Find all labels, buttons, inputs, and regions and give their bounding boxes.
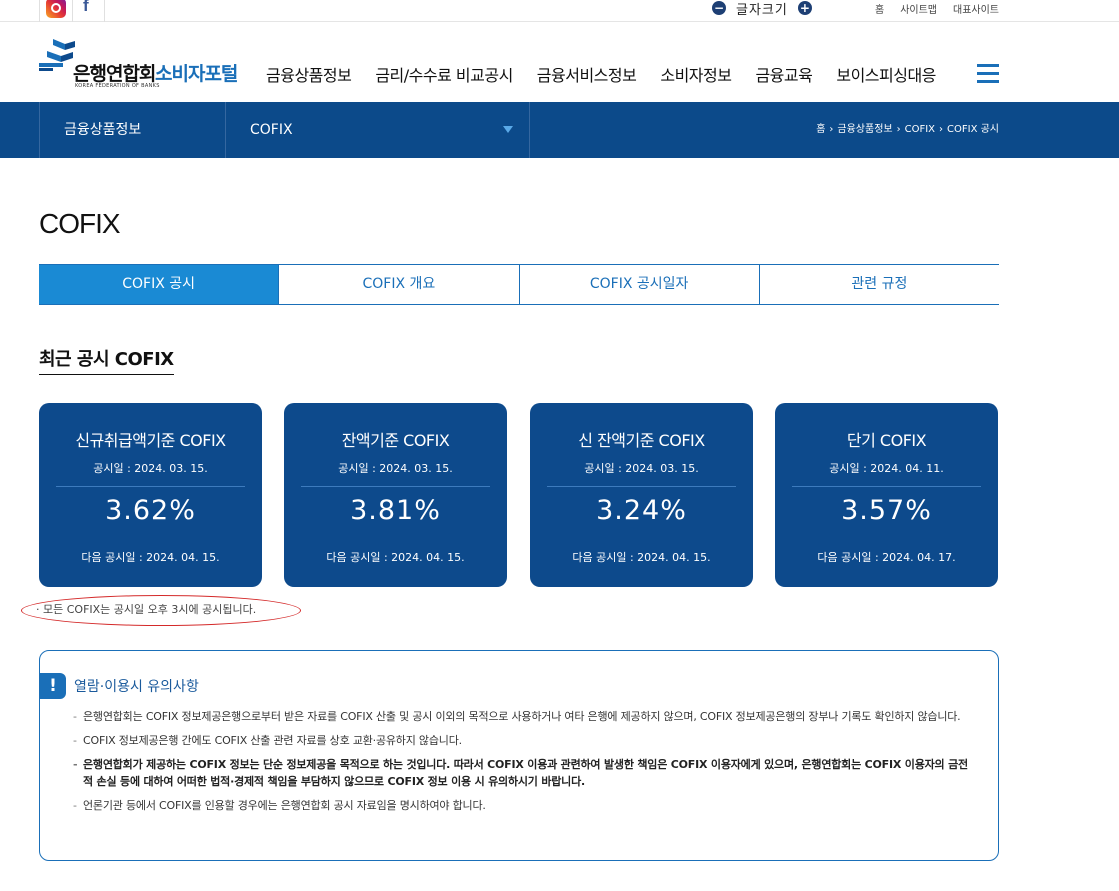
tab-regulations[interactable]: 관련 규정 (758, 265, 999, 304)
tab-bar: COFIX 공시 COFIX 개요 COFIX 공시일자 관련 규정 (39, 264, 999, 305)
notice-item: 은행연합회는 COFIX 정보제공은행으로부터 받은 자료를 COFIX 산출 … (73, 708, 973, 725)
notice-item: 언론기관 등에서 COFIX를 인용할 경우에는 은행연합회 공시 자료임을 명… (73, 797, 973, 814)
font-increase-button[interactable]: + (797, 1, 812, 15)
font-decrease-button[interactable]: − (712, 1, 726, 15)
instagram-icon (46, 0, 66, 18)
nav-item-services[interactable]: 금융서비스정보 (537, 62, 637, 86)
tab-cofix-schedule[interactable]: COFIX 공시일자 (518, 265, 759, 304)
card-rate: 3.81% (350, 495, 441, 526)
highlight-oval (21, 595, 301, 626)
page-title: COFIX (39, 208, 121, 239)
menu-icon[interactable] (977, 64, 999, 84)
tab-cofix-overview[interactable]: COFIX 개요 (278, 265, 518, 304)
nav-item-voice-phishing[interactable]: 보이스피싱대응 (836, 62, 936, 86)
notice-item: 은행연합회가 제공하는 COFIX 정보는 단순 정보제공을 목적으로 하는 것… (73, 756, 973, 790)
usage-notice-box: ! 열람·이용시 유의사항 은행연합회는 COFIX 정보제공은행으로부터 받은… (39, 650, 999, 861)
breadcrumb-item[interactable]: COFIX (905, 102, 935, 158)
logo-english: KOREA FEDERATION OF BANKS (75, 83, 160, 89)
card-divider (547, 486, 736, 487)
cofix-card: 단기 COFIX 공시일 : 2024. 04. 11. 3.57% 다음 공시… (775, 403, 998, 587)
card-date: 공시일 : 2024. 03. 15. (584, 462, 699, 475)
nav-item-education[interactable]: 금융교육 (755, 62, 812, 86)
card-date: 공시일 : 2024. 03. 15. (338, 462, 453, 475)
card-name: 잔액기준 COFIX (341, 431, 450, 450)
section-title: 최근 공시 COFIX (39, 345, 174, 375)
card-name: 신규취급액기준 COFIX (75, 431, 226, 450)
facebook-icon: f (83, 0, 89, 15)
cofix-card: 신규취급액기준 COFIX 공시일 : 2024. 03. 15. 3.62% … (39, 403, 262, 587)
utility-links: 홈 사이트맵 대표사이트 (875, 1, 999, 16)
card-date: 공시일 : 2024. 03. 15. (93, 462, 208, 475)
main-nav: 금융상품정보 금리/수수료 비교공시 금융서비스정보 소비자정보 금융교육 보이… (266, 62, 960, 86)
card-next-date: 다음 공시일 : 2024. 04. 15. (81, 551, 220, 564)
sitemap-link[interactable]: 사이트맵 (900, 1, 937, 16)
location-depth2-select[interactable]: COFIX (225, 102, 530, 158)
location-bar: 금융상품정보 COFIX 홈 › 금융상품정보 › COFIX › COFIX 공시 (0, 102, 1119, 158)
breadcrumb-home[interactable]: 홈 (816, 102, 825, 158)
logo-mark-icon (39, 39, 75, 71)
logo-subtitle: 소비자포털 (155, 63, 238, 85)
breadcrumb-item[interactable]: 금융상품정보 (837, 102, 892, 158)
location-depth2-label: COFIX (250, 122, 293, 138)
font-size-control: − 글자크기 + (712, 0, 812, 18)
exclamation-icon: ! (40, 673, 66, 699)
notice-header: ! 열람·이용시 유의사항 (40, 673, 199, 699)
site-logo[interactable]: 은행연합회 소비자포털 KOREA FEDERATION OF BANKS (39, 39, 239, 89)
home-link[interactable]: 홈 (875, 1, 884, 16)
notice-title: 열람·이용시 유의사항 (74, 679, 199, 695)
nav-item-rates[interactable]: 금리/수수료 비교공시 (375, 62, 513, 86)
card-next-date: 다음 공시일 : 2024. 04. 17. (817, 551, 956, 564)
card-name: 단기 COFIX (846, 431, 927, 450)
card-rate: 3.57% (841, 495, 932, 526)
top-utility-bar: f − 글자크기 + 홈 사이트맵 대표사이트 (0, 0, 1119, 22)
notice-item: COFIX 정보제공은행 간에도 COFIX 산출 관련 자료를 상호 교환·공… (73, 732, 973, 749)
notice-list: 은행연합회는 COFIX 정보제공은행으로부터 받은 자료를 COFIX 산출 … (73, 708, 973, 821)
instagram-link[interactable] (40, 0, 72, 22)
sns-links: f (39, 0, 105, 22)
cofix-card: 신 잔액기준 COFIX 공시일 : 2024. 03. 15. 3.24% 다… (530, 403, 753, 587)
card-divider (301, 486, 490, 487)
breadcrumb-current: COFIX 공시 (947, 124, 999, 135)
card-next-date: 다음 공시일 : 2024. 04. 15. (326, 551, 465, 564)
nav-item-consumer[interactable]: 소비자정보 (660, 62, 732, 86)
logo-name: 은행연합회 (73, 63, 156, 85)
card-rate: 3.24% (596, 495, 687, 526)
facebook-link[interactable]: f (72, 0, 104, 22)
card-rate: 3.62% (105, 495, 196, 526)
card-divider (792, 486, 981, 487)
dropdown-arrow-icon (503, 126, 513, 133)
font-size-label: 글자크기 (736, 2, 788, 18)
location-depth1[interactable]: 금융상품정보 (39, 102, 225, 158)
cofix-card: 잔액기준 COFIX 공시일 : 2024. 03. 15. 3.81% 다음 … (284, 403, 507, 587)
tab-cofix-announce[interactable]: COFIX 공시 (39, 265, 279, 304)
card-date: 공시일 : 2024. 04. 11. (829, 462, 944, 475)
card-next-date: 다음 공시일 : 2024. 04. 15. (572, 551, 711, 564)
nav-item-products[interactable]: 금융상품정보 (266, 62, 352, 86)
main-site-link[interactable]: 대표사이트 (953, 1, 999, 16)
card-divider (56, 486, 245, 487)
cofix-cards: 신규취급액기준 COFIX 공시일 : 2024. 03. 15. 3.62% … (39, 403, 999, 587)
site-header: 은행연합회 소비자포털 KOREA FEDERATION OF BANKS 금융… (0, 22, 1119, 102)
breadcrumb: 홈 › 금융상품정보 › COFIX › COFIX 공시 (816, 102, 999, 158)
card-name: 신 잔액기준 COFIX (578, 431, 705, 450)
